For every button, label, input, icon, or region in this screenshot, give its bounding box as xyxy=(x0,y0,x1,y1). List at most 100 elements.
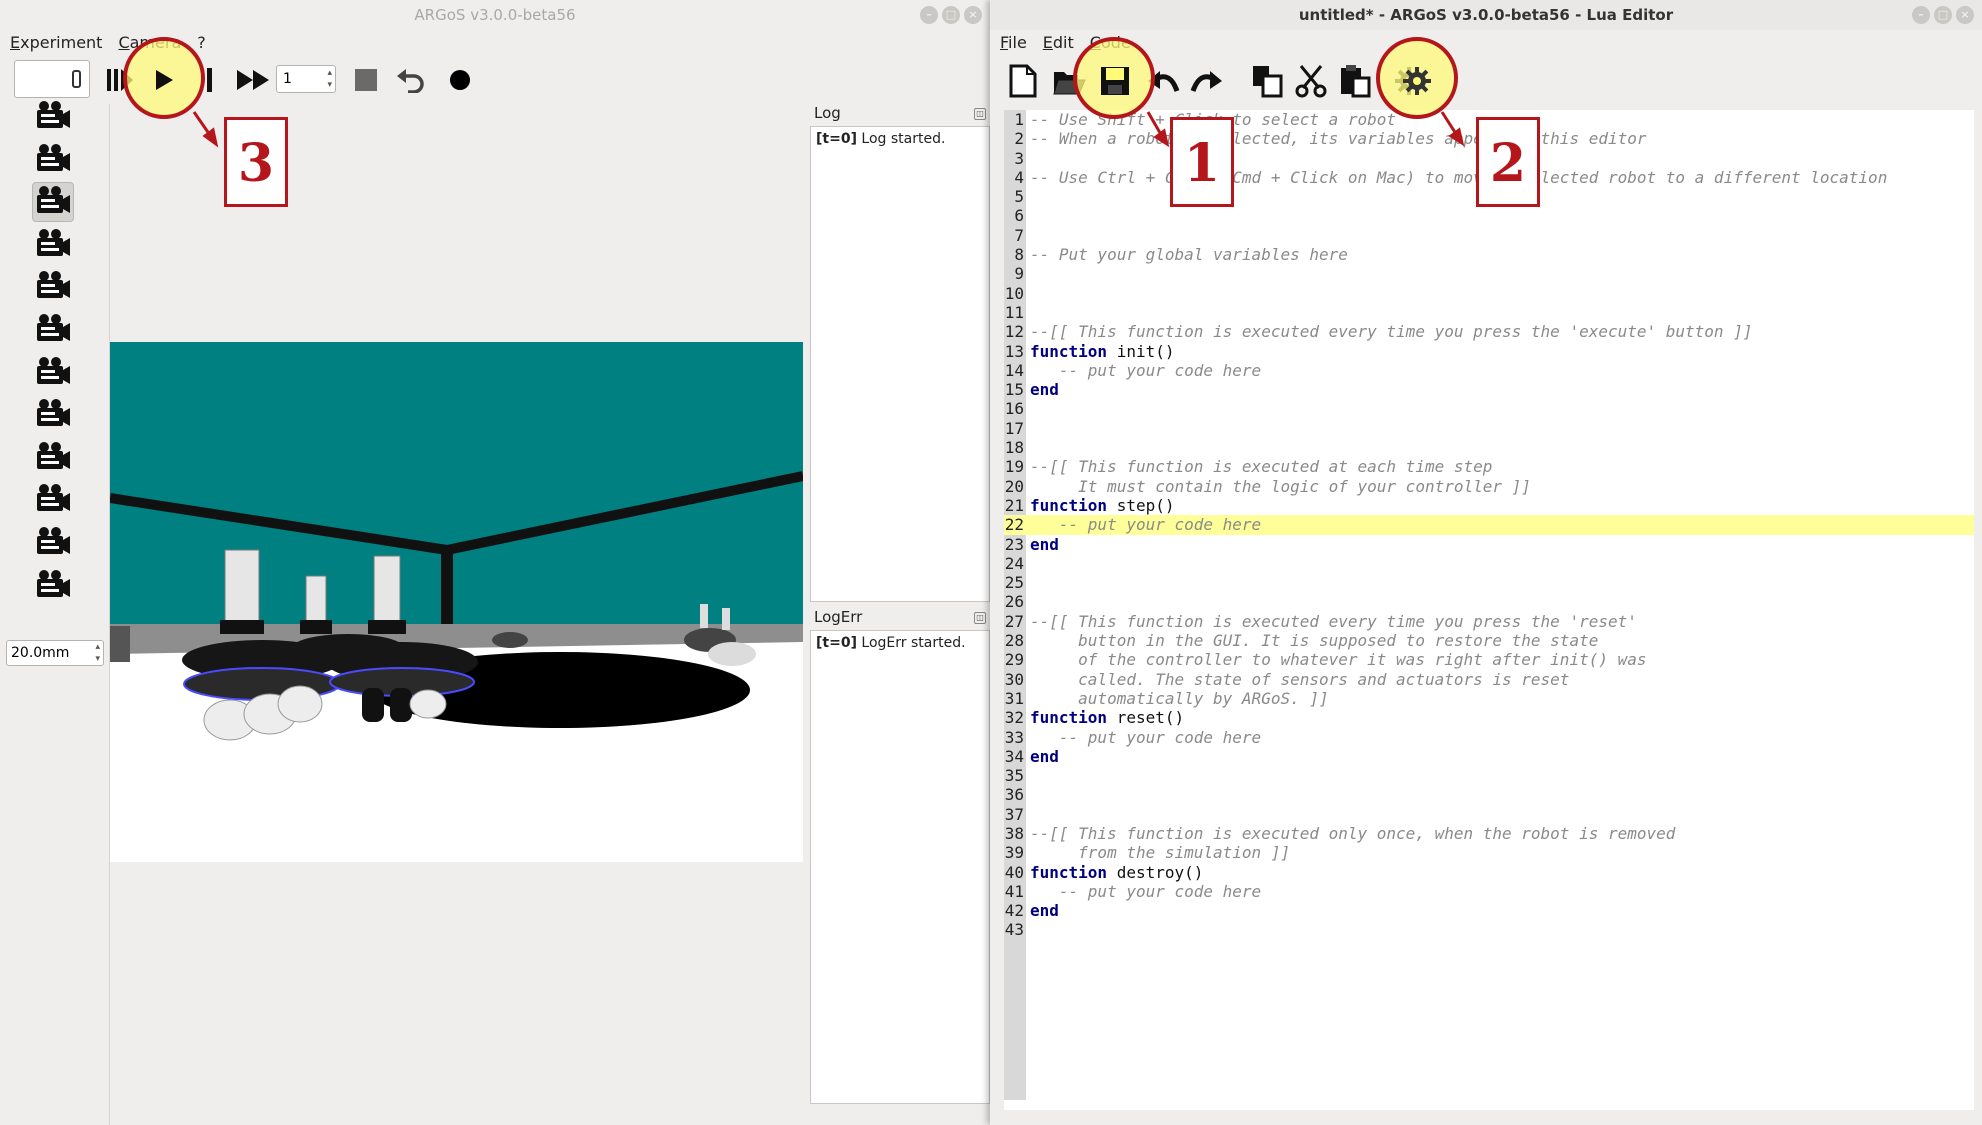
code-line[interactable]: 37 xyxy=(1004,805,1974,824)
minimize-button[interactable]: – xyxy=(920,6,938,24)
code-line[interactable]: 43 xyxy=(1004,920,1974,939)
reset-undo-icon[interactable] xyxy=(394,64,428,96)
keyword-token: function xyxy=(1030,862,1108,882)
code-line[interactable]: 38 --[[ This function is executed only on… xyxy=(1004,824,1974,843)
camera-10-button[interactable] xyxy=(32,480,74,520)
copy-icon[interactable] xyxy=(1248,62,1286,100)
screen: { "left_window": { "title": "ARGoS v3.0.… xyxy=(0,0,1982,1125)
code-line[interactable]: 32 function reset() xyxy=(1004,708,1974,727)
code-line[interactable]: 16 xyxy=(1004,399,1974,418)
code-text: -- put your code here xyxy=(1030,882,1261,901)
code-line[interactable]: 26 xyxy=(1004,592,1974,611)
log-content[interactable]: [t=0] Log started. xyxy=(810,126,990,602)
code-editor[interactable]: 1-- Use Shift + Click to select a robot2… xyxy=(1004,110,1974,1110)
menu-file[interactable]: File xyxy=(1000,33,1027,52)
code-line[interactable]: 27 --[[ This function is executed every t… xyxy=(1004,612,1974,631)
code-line[interactable]: 15 end xyxy=(1004,380,1974,399)
code-line[interactable]: 30 called. The state of sensors and actu… xyxy=(1004,670,1974,689)
fast-forward-steps-input[interactable]: 1 ▴ ▾ xyxy=(276,65,336,93)
stop-icon[interactable] xyxy=(352,66,380,94)
line-number: 22 xyxy=(1004,515,1024,535)
camera-icon xyxy=(35,398,71,432)
camera-3-button[interactable] xyxy=(32,182,74,223)
code-line[interactable]: 10 xyxy=(1004,284,1974,303)
code-line[interactable]: 18 xyxy=(1004,438,1974,457)
code-line[interactable]: 28 button in the GUI. It is supposed to … xyxy=(1004,631,1974,650)
line-number: 9 xyxy=(1014,264,1024,284)
code-line[interactable]: 34 end xyxy=(1004,747,1974,766)
code-text: -- put your code here xyxy=(1030,728,1261,747)
code-line[interactable]: 36 xyxy=(1004,785,1974,804)
camera-5-button[interactable] xyxy=(32,267,74,307)
left-window-controls: – □ × xyxy=(920,6,982,24)
cut-icon[interactable] xyxy=(1292,62,1330,100)
code-line[interactable]: 20 It must contain the logic of your con… xyxy=(1004,477,1974,496)
code-line[interactable]: 41 -- put your code here xyxy=(1004,882,1974,901)
logerr-content[interactable]: [t=0] LogErr started. xyxy=(810,630,990,1104)
code-line[interactable]: 23 end xyxy=(1004,535,1974,554)
code-line[interactable]: 24 xyxy=(1004,554,1974,573)
annotation-label-3: 3 xyxy=(224,117,288,207)
code-line[interactable]: 19 --[[ This function is executed at each… xyxy=(1004,457,1974,476)
comment-token: called. The state of sensors and actuato… xyxy=(1030,669,1570,689)
code-line[interactable]: 6 xyxy=(1004,206,1974,225)
maximize-button[interactable]: □ xyxy=(942,6,960,24)
line-number: 33 xyxy=(1004,727,1024,747)
camera-8-button[interactable] xyxy=(32,395,74,435)
menu-edit[interactable]: Edit xyxy=(1043,33,1074,52)
menu-experiment[interactable]: Experiment xyxy=(10,33,102,52)
paste-icon[interactable] xyxy=(1336,62,1374,100)
arena-scene[interactable] xyxy=(110,342,803,862)
code-line[interactable]: 40 function destroy() xyxy=(1004,863,1974,882)
play-icon-highlighted[interactable] xyxy=(148,64,180,96)
code-line[interactable]: 31 automatically by ARGoS. ]] xyxy=(1004,689,1974,708)
close-button[interactable]: × xyxy=(964,6,982,24)
code-line[interactable]: 17 xyxy=(1004,419,1974,438)
camera-11-button[interactable] xyxy=(32,523,74,563)
camera-12-button[interactable] xyxy=(32,566,74,606)
code-line[interactable]: 33 -- put your code here xyxy=(1004,728,1974,747)
code-token: destroy() xyxy=(1107,862,1204,882)
maximize-button[interactable]: □ xyxy=(1934,6,1952,24)
code-line[interactable]: 8 -- Put your global variables here xyxy=(1004,245,1974,264)
code-line[interactable]: 7 xyxy=(1004,226,1974,245)
camera-7-button[interactable] xyxy=(32,353,74,393)
log-float-button[interactable]: ◫ xyxy=(974,108,986,120)
code-line[interactable]: 39 from the simulation ]] xyxy=(1004,843,1974,862)
comment-token: from the simulation ]] xyxy=(1030,843,1291,863)
camera-6-button[interactable] xyxy=(32,310,74,350)
camera-9-button[interactable] xyxy=(32,438,74,478)
comment-token: -- put your code here xyxy=(1030,515,1262,535)
code-line[interactable]: 29 of the controller to whatever it was … xyxy=(1004,650,1974,669)
close-button[interactable]: × xyxy=(1956,6,1974,24)
code-text: end xyxy=(1030,747,1059,766)
code-line[interactable]: 11 xyxy=(1004,303,1974,322)
code-line[interactable]: 22 -- put your code here xyxy=(1004,515,1974,535)
new-file-icon[interactable] xyxy=(1006,62,1040,100)
code-line[interactable]: 12 --[[ This function is executed every t… xyxy=(1004,322,1974,341)
camera-2-button[interactable] xyxy=(32,140,74,180)
code-area[interactable]: 1-- Use Shift + Click to select a robot2… xyxy=(1004,110,1974,940)
record-icon[interactable] xyxy=(446,66,474,94)
3d-viewport[interactable] xyxy=(110,104,810,1125)
code-line[interactable]: 35 xyxy=(1004,766,1974,785)
code-line[interactable]: 9 xyxy=(1004,264,1974,283)
save-icon-highlighted[interactable] xyxy=(1096,62,1134,100)
gear-icon-highlighted[interactable] xyxy=(1398,62,1436,100)
keyword-token: function xyxy=(1030,341,1108,361)
fast-forward-icon[interactable] xyxy=(234,64,274,96)
menu-help[interactable]: ? xyxy=(197,33,206,52)
camera-selector-column: 20.0mm ▴ ▾ xyxy=(0,101,110,1125)
redo-icon[interactable] xyxy=(1188,62,1226,100)
code-line[interactable]: 25 xyxy=(1004,573,1974,592)
camera-1-button[interactable] xyxy=(32,97,74,137)
minimize-button[interactable]: – xyxy=(1912,6,1930,24)
log-time: [t=0] xyxy=(816,131,857,147)
zoom-input[interactable]: 20.0mm ▴ ▾ xyxy=(6,640,104,666)
code-line[interactable]: 42 end xyxy=(1004,901,1974,920)
camera-4-button[interactable] xyxy=(32,225,74,265)
logerr-float-button[interactable]: ◫ xyxy=(974,612,986,624)
code-line[interactable]: 13 function init() xyxy=(1004,342,1974,361)
code-line[interactable]: 21 function step() xyxy=(1004,496,1974,515)
code-line[interactable]: 14 -- put your code here xyxy=(1004,361,1974,380)
